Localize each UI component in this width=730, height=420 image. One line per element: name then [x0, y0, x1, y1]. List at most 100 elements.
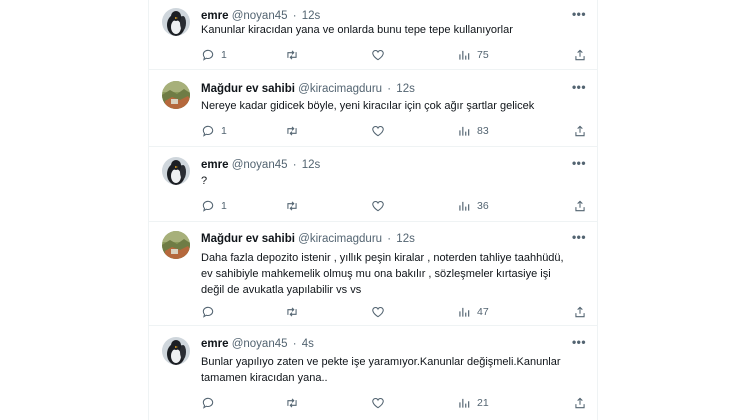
- tweet-header: emre @noyan45 · 4s: [201, 336, 589, 352]
- views-button[interactable]: 21: [457, 395, 489, 411]
- views-chart-icon: [459, 126, 470, 136]
- reply-count: 1: [221, 200, 227, 212]
- author-name[interactable]: emre: [201, 338, 229, 350]
- tweet-text: Bunlar yapılıyo zaten ve pekte işe yaram…: [201, 354, 581, 386]
- author-name[interactable]: Mağdur ev sahibi: [201, 233, 295, 245]
- tweet-text-line: tamamen kiracıdan yana..: [201, 372, 328, 384]
- landscape-avatar[interactable]: [162, 231, 190, 259]
- tweet-text-line: Bunlar yapılıyo zaten ve pekte işe yaram…: [201, 356, 561, 368]
- share-button[interactable]: [573, 123, 587, 139]
- timestamp[interactable]: 12s: [302, 10, 321, 22]
- tweet[interactable]: Mağdur ev sahibi @kiracimagduru · 12s ••…: [149, 222, 597, 326]
- reply-icon: [202, 200, 214, 212]
- penguin-avatar[interactable]: [162, 157, 190, 185]
- author-handle[interactable]: @noyan45: [232, 10, 288, 22]
- separator-dot: ·: [292, 10, 297, 22]
- views-button[interactable]: 75: [457, 47, 489, 63]
- view-count: 83: [477, 125, 489, 137]
- views-button[interactable]: 36: [457, 198, 489, 214]
- retweet-button[interactable]: [285, 47, 305, 63]
- tweet-header: emre @noyan45 · 12s: [201, 157, 589, 173]
- author-name[interactable]: Mağdur ev sahibi: [201, 83, 295, 95]
- tweet[interactable]: emre @noyan45 · 12s ••• Kanunlar kiracıd…: [149, 0, 597, 70]
- share-icon: [575, 397, 585, 409]
- separator-dot: ·: [292, 338, 297, 350]
- share-button[interactable]: [573, 47, 587, 63]
- reply-icon: [202, 306, 214, 318]
- reply-icon: [202, 125, 214, 137]
- penguin-avatar[interactable]: [162, 8, 190, 36]
- tweet[interactable]: Mağdur ev sahibi @kiracimagduru · 12s ••…: [149, 70, 597, 147]
- tweet-text-line: Daha fazla depozito istenir , yıllık peş…: [201, 252, 564, 264]
- like-button[interactable]: [371, 198, 391, 214]
- like-button[interactable]: [371, 123, 391, 139]
- author-name[interactable]: emre: [201, 10, 229, 22]
- timestamp[interactable]: 12s: [302, 159, 321, 171]
- share-icon: [575, 125, 585, 137]
- views-button[interactable]: 83: [457, 123, 489, 139]
- tweet[interactable]: emre @noyan45 · 12s ••• ? 1 36: [149, 147, 597, 222]
- view-count: 36: [477, 200, 489, 212]
- more-options-icon[interactable]: •••: [571, 6, 587, 22]
- author-handle[interactable]: @noyan45: [232, 338, 288, 350]
- share-button[interactable]: [573, 198, 587, 214]
- retweet-button[interactable]: [285, 123, 305, 139]
- timestamp[interactable]: 12s: [396, 83, 415, 95]
- reply-count: 1: [221, 49, 227, 61]
- author-handle[interactable]: @noyan45: [232, 159, 288, 171]
- view-count: 47: [477, 306, 489, 318]
- tweet-text-line: ?: [201, 175, 208, 187]
- tweet-actions: 1 36: [201, 198, 585, 214]
- timestamp[interactable]: 12s: [396, 233, 415, 245]
- views-chart-icon: [459, 307, 470, 317]
- reply-icon: [202, 397, 214, 409]
- view-count: 75: [477, 49, 489, 61]
- share-icon: [575, 49, 585, 61]
- views-button[interactable]: 47: [457, 304, 489, 320]
- tweet-text-line: ev sahibiyle mahkemelik olmuş mu ona bak…: [201, 268, 551, 280]
- more-options-icon[interactable]: •••: [571, 155, 587, 171]
- tweet-text: ?: [201, 174, 581, 188]
- tweet-actions: 21: [201, 395, 585, 411]
- tweet[interactable]: emre @noyan45 · 4s ••• Bunlar yapılıyo z…: [149, 326, 597, 420]
- share-button[interactable]: [573, 395, 587, 411]
- tweet-text-line: değil de avukatla yapılabilir vs vs: [201, 284, 362, 296]
- tweet-actions: 47: [201, 304, 585, 320]
- like-button[interactable]: [371, 304, 391, 320]
- retweet-button[interactable]: [285, 395, 305, 411]
- separator-dot: ·: [387, 233, 392, 245]
- reply-button[interactable]: 1: [201, 47, 227, 63]
- timestamp[interactable]: 4s: [302, 338, 314, 350]
- penguin-avatar[interactable]: [162, 337, 190, 365]
- author-name[interactable]: emre: [201, 159, 229, 171]
- tweet-text: Kanunlar kiracıdan yana ve onlarda bunu …: [201, 23, 581, 37]
- tweet-text: Nereye kadar gidicek böyle, yeni kiracıl…: [201, 99, 581, 113]
- reply-button[interactable]: [201, 304, 221, 320]
- author-handle[interactable]: @kiracimagduru: [298, 83, 382, 95]
- author-handle[interactable]: @kiracimagduru: [298, 233, 382, 245]
- retweet-icon: [287, 201, 297, 211]
- reply-button[interactable]: [201, 395, 221, 411]
- reply-button[interactable]: 1: [201, 198, 227, 214]
- view-count: 21: [477, 397, 489, 409]
- share-icon: [575, 200, 585, 212]
- tweet-actions: 1 75: [201, 47, 585, 63]
- reply-button[interactable]: 1: [201, 123, 227, 139]
- reply-icon: [202, 49, 214, 61]
- reply-thread: emre @noyan45 · 12s ••• Kanunlar kiracıd…: [148, 0, 598, 420]
- more-options-icon[interactable]: •••: [571, 334, 587, 350]
- retweet-button[interactable]: [285, 198, 305, 214]
- share-button[interactable]: [573, 304, 587, 320]
- landscape-avatar[interactable]: [162, 81, 190, 109]
- retweet-button[interactable]: [285, 304, 305, 320]
- heart-icon: [372, 50, 384, 61]
- like-button[interactable]: [371, 47, 391, 63]
- more-options-icon[interactable]: •••: [571, 79, 587, 95]
- like-button[interactable]: [371, 395, 391, 411]
- more-options-icon[interactable]: •••: [571, 229, 587, 245]
- reply-count: 1: [221, 125, 227, 137]
- tweet-header: Mağdur ev sahibi @kiracimagduru · 12s: [201, 81, 589, 97]
- retweet-icon: [287, 307, 297, 317]
- separator-dot: ·: [292, 159, 297, 171]
- left-margin: [0, 0, 148, 420]
